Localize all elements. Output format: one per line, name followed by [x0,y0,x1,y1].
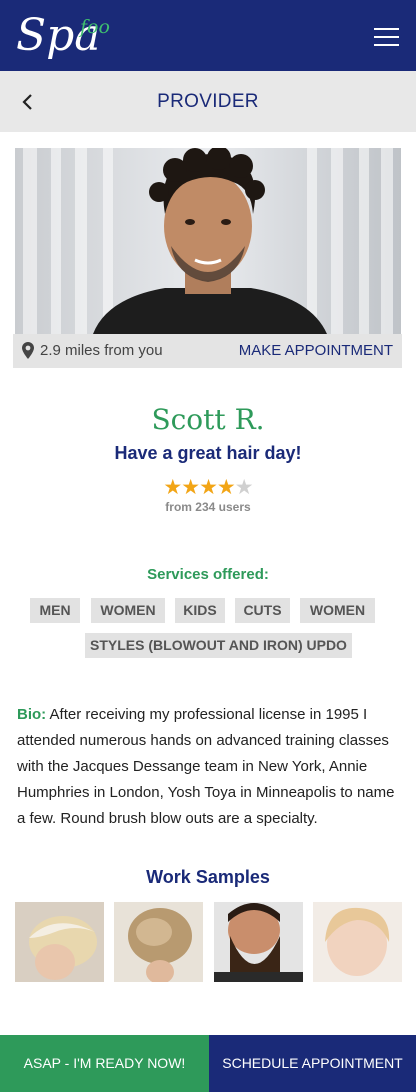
asap-button[interactable]: ASAP - I'M READY NOW! [0,1035,209,1092]
distance-text: 2.9 miles from you [40,342,163,359]
map-pin-icon [22,342,34,359]
page-header: PROVIDER [0,71,416,132]
service-tag[interactable]: MEN [30,598,80,623]
service-tag[interactable]: STYLES (BLOWOUT AND IRON) UPDO [85,633,352,658]
logo-subtext: foo [80,16,110,38]
work-sample-image[interactable] [313,902,402,982]
star-icon: ★ [163,476,182,499]
star-icon: ★ [216,476,236,499]
bio-text: After receiving my professional license … [17,706,395,827]
star-icon: ★ [181,476,200,499]
location-bar: 2.9 miles from you MAKE APPOINTMENT [13,334,402,368]
make-appointment-link[interactable]: MAKE APPOINTMENT [239,342,393,360]
bio-section: Bio: After receiving my professional lic… [17,702,399,832]
work-samples-title: Work Samples [146,867,270,887]
star-rating: ★★★★★ [0,477,416,499]
services-title: Services offered: [147,566,269,583]
page-title: PROVIDER [157,91,259,112]
work-sample-image[interactable] [114,902,203,982]
schedule-appointment-button[interactable]: SCHEDULE APPOINTMENT [209,1035,416,1092]
top-nav-bar: Spa foo [0,0,416,71]
provider-tagline: Have a great hair day! [114,443,302,463]
rating-count: from 234 users [165,500,251,514]
hamburger-menu-icon[interactable] [374,26,399,46]
service-tag[interactable]: WOMEN [300,598,375,623]
provider-name: Scott R. [151,403,265,436]
work-sample-image[interactable] [214,902,303,982]
star-icon: ★ [199,476,218,499]
work-sample-image[interactable] [15,902,104,982]
bio-label: Bio: [17,706,47,723]
provider-photo [15,148,401,334]
service-tag[interactable]: CUTS [235,598,290,623]
star-empty-icon: ★ [234,476,254,499]
service-tag[interactable]: WOMEN [91,598,165,623]
service-tag[interactable]: KIDS [175,598,225,623]
